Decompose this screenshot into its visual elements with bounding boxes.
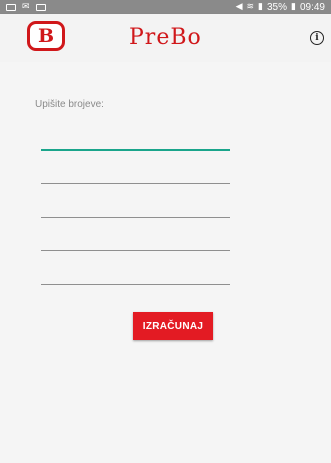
status-right-icons: ◀ ≋ ▮ 35% ▮ 09:49: [236, 2, 325, 13]
app-logo: B: [27, 21, 65, 51]
clock: 09:49: [299, 1, 325, 13]
info-icon[interactable]: i: [310, 31, 324, 45]
app-screen: ✉ ◀ ≋ ▮ 35% ▮ 09:49 B PreBo i Upišite br…: [0, 0, 331, 463]
wifi-icon: ≋: [246, 2, 255, 12]
screenshot-icon: [35, 3, 46, 11]
number-field-4[interactable]: [41, 229, 230, 251]
app-bar: B PreBo i: [0, 14, 331, 62]
battery-level: 35%: [267, 1, 288, 13]
logo-mark: B: [37, 24, 55, 47]
signal-icon: ▮: [258, 2, 263, 12]
notification-icon: ✉: [22, 2, 30, 12]
number-field-1[interactable]: [41, 129, 230, 151]
numbers-prompt: Upišite brojeve:: [35, 99, 104, 110]
status-bar: ✉ ◀ ≋ ▮ 35% ▮ 09:49: [0, 0, 331, 14]
main-content: Upišite brojeve: IZRAČUNAJ: [0, 62, 331, 463]
image-icon: [6, 3, 16, 11]
number-field-3[interactable]: [41, 196, 230, 218]
status-left-icons: ✉: [6, 2, 46, 12]
calculate-button[interactable]: IZRAČUNAJ: [133, 312, 213, 340]
battery-icon: ▮: [291, 2, 296, 12]
app-title: PreBo: [129, 25, 202, 50]
mute-icon: ◀: [235, 2, 243, 12]
info-glyph: i: [315, 33, 319, 43]
number-field-5[interactable]: [41, 263, 230, 285]
number-field-2[interactable]: [41, 162, 230, 184]
